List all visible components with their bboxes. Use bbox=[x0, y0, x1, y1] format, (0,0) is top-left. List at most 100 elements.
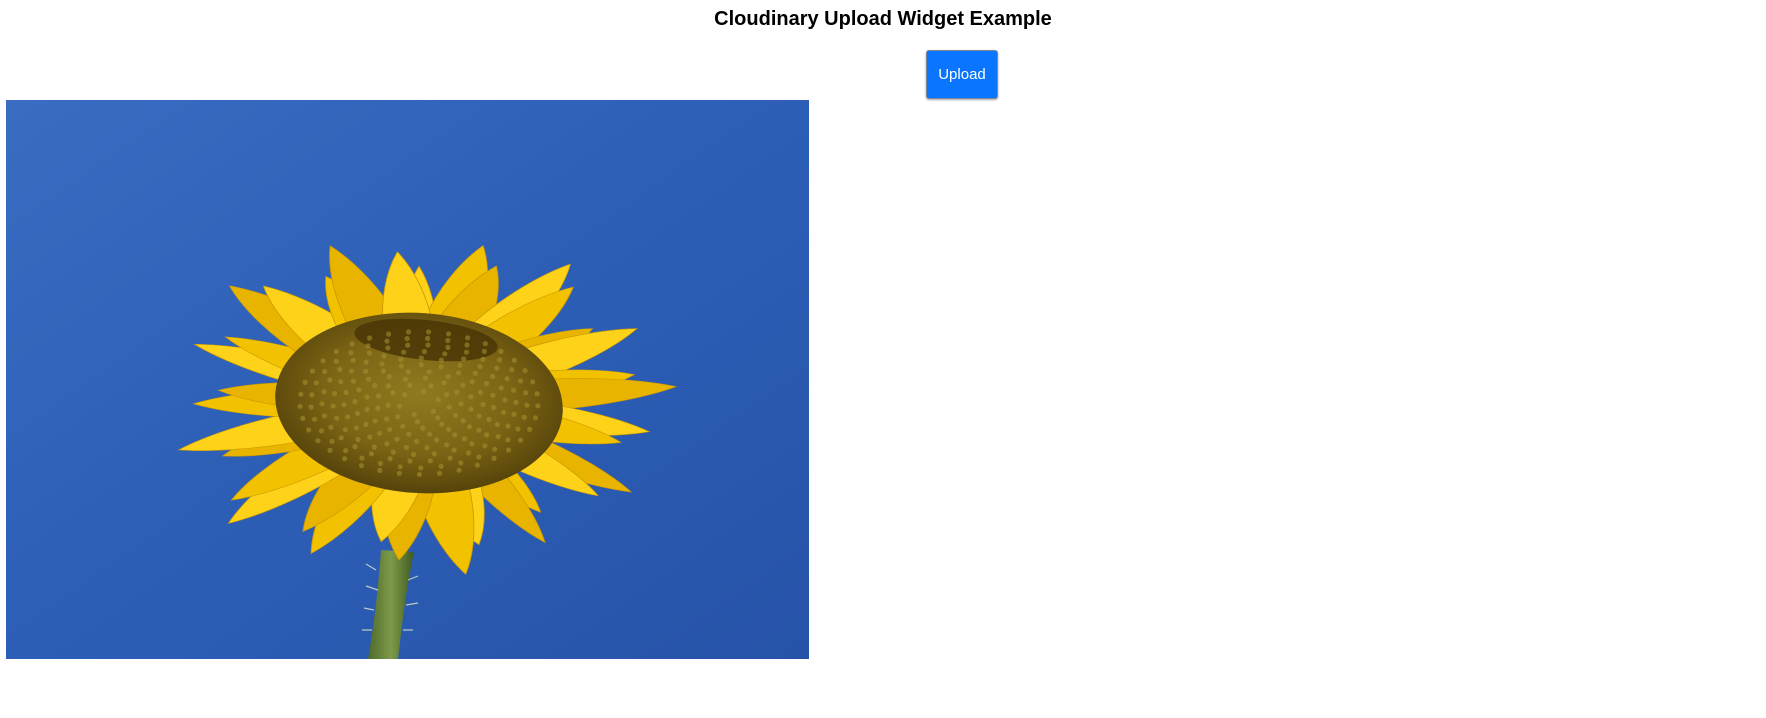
seed bbox=[379, 361, 385, 367]
seed bbox=[435, 397, 441, 403]
seed bbox=[363, 368, 369, 374]
seed bbox=[457, 362, 463, 368]
seed bbox=[476, 413, 482, 419]
seed bbox=[352, 444, 358, 450]
seed bbox=[482, 443, 488, 449]
seed bbox=[368, 451, 375, 457]
seed bbox=[524, 402, 530, 408]
seed bbox=[438, 364, 444, 370]
seed bbox=[318, 428, 325, 434]
seed bbox=[398, 356, 404, 362]
seed bbox=[343, 448, 349, 454]
seed bbox=[407, 382, 413, 388]
seed bbox=[461, 356, 467, 362]
seed bbox=[527, 426, 533, 432]
seed bbox=[377, 467, 383, 473]
seed bbox=[465, 450, 472, 456]
upload-button[interactable]: Upload bbox=[926, 50, 998, 99]
seed bbox=[363, 359, 369, 365]
seed bbox=[363, 421, 369, 427]
seed bbox=[384, 416, 390, 422]
seed bbox=[460, 418, 466, 424]
seed bbox=[327, 447, 333, 453]
seed bbox=[328, 424, 334, 430]
seed bbox=[496, 357, 503, 363]
seed bbox=[359, 455, 365, 461]
seed bbox=[444, 442, 450, 448]
seed bbox=[454, 389, 460, 395]
seed bbox=[428, 383, 434, 389]
seed bbox=[407, 458, 413, 464]
seed bbox=[390, 390, 396, 396]
seed bbox=[341, 402, 347, 408]
seed bbox=[387, 426, 393, 433]
seed bbox=[447, 455, 453, 461]
seed bbox=[406, 431, 412, 437]
seed bbox=[486, 416, 492, 422]
seed bbox=[364, 394, 370, 400]
seed bbox=[366, 350, 373, 356]
seed bbox=[494, 365, 500, 371]
seed bbox=[458, 401, 464, 407]
seed bbox=[376, 393, 382, 399]
seed bbox=[522, 368, 528, 374]
seed bbox=[425, 335, 431, 341]
seed bbox=[446, 404, 452, 410]
seed bbox=[426, 369, 432, 375]
seed bbox=[445, 344, 451, 350]
seed bbox=[352, 399, 358, 405]
seed bbox=[491, 455, 497, 461]
seed bbox=[405, 369, 411, 375]
seed bbox=[421, 348, 427, 355]
seed bbox=[445, 337, 451, 344]
seed bbox=[511, 411, 517, 417]
seed bbox=[400, 423, 406, 429]
seed bbox=[355, 436, 361, 442]
page: Cloudinary Upload Widget Example Upload bbox=[0, 0, 1766, 718]
seed bbox=[338, 379, 344, 385]
seed bbox=[353, 425, 359, 431]
seed bbox=[366, 376, 372, 382]
seed bbox=[442, 351, 448, 357]
seed bbox=[411, 451, 417, 458]
seed bbox=[438, 463, 444, 469]
seed bbox=[354, 410, 361, 417]
seed bbox=[458, 460, 464, 466]
seed bbox=[403, 444, 410, 450]
seed bbox=[375, 405, 381, 411]
seed bbox=[452, 412, 459, 419]
seed bbox=[348, 350, 354, 356]
seed bbox=[476, 454, 482, 460]
seed bbox=[405, 342, 411, 348]
seed bbox=[364, 406, 370, 412]
seed bbox=[422, 375, 429, 381]
seed bbox=[315, 438, 321, 444]
seed bbox=[532, 415, 539, 421]
seed bbox=[456, 467, 462, 473]
seed bbox=[418, 362, 424, 368]
seed bbox=[482, 341, 488, 347]
seed bbox=[421, 388, 427, 394]
seed bbox=[480, 356, 486, 362]
seed bbox=[466, 424, 472, 430]
seed bbox=[330, 403, 336, 409]
seed bbox=[477, 389, 484, 396]
seed bbox=[350, 357, 356, 363]
seed bbox=[306, 427, 312, 433]
seed bbox=[321, 413, 327, 419]
seed bbox=[427, 431, 433, 437]
seed bbox=[424, 445, 430, 451]
seed bbox=[441, 380, 447, 386]
seed bbox=[322, 368, 328, 375]
seed bbox=[490, 392, 496, 398]
seed bbox=[333, 349, 339, 355]
seed bbox=[498, 385, 504, 391]
seed bbox=[445, 373, 451, 380]
seed bbox=[446, 331, 452, 337]
seed bbox=[472, 370, 478, 376]
seed bbox=[418, 355, 424, 361]
seed bbox=[490, 373, 496, 379]
seed bbox=[506, 447, 512, 453]
seed bbox=[329, 438, 335, 444]
seed bbox=[372, 418, 378, 424]
